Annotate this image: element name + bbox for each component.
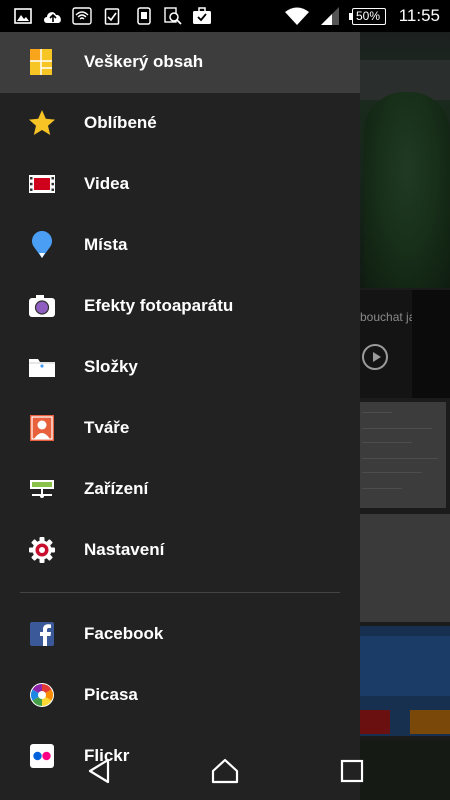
settings-gear-icon bbox=[29, 537, 55, 563]
drawer-item-settings[interactable]: Nastavení bbox=[0, 520, 360, 581]
face-portrait-icon bbox=[30, 415, 54, 441]
signal-icon bbox=[321, 7, 339, 25]
drawer-item-label: Videa bbox=[84, 174, 130, 193]
all-content-icon bbox=[30, 49, 52, 75]
drawer-item-facebook[interactable]: Facebook bbox=[0, 604, 360, 665]
battery-percentage: 50% bbox=[356, 9, 381, 23]
background-grey-thumbnail[interactable] bbox=[360, 514, 450, 622]
drawer-item-picasa[interactable]: Picasa bbox=[0, 665, 360, 726]
facebook-icon bbox=[30, 622, 54, 646]
devices-icon bbox=[30, 480, 54, 498]
drawer-item-folders[interactable]: Složky bbox=[0, 337, 360, 398]
film-icon bbox=[29, 175, 55, 193]
wifi-badge-icon bbox=[72, 7, 92, 25]
briefcase-check-icon bbox=[193, 7, 211, 24]
clipboard-check-icon bbox=[104, 8, 120, 25]
drawer-item-label: Oblíbené bbox=[84, 113, 157, 132]
navigation-bar bbox=[0, 740, 450, 800]
drawer-item-label: Veškerý obsah bbox=[84, 52, 204, 71]
clock: 11:55 bbox=[398, 6, 440, 25]
drawer-item-favorites[interactable]: Oblíbené bbox=[0, 93, 360, 154]
drawer-item-label: Místa bbox=[84, 235, 128, 254]
recent-apps-button[interactable] bbox=[338, 758, 366, 784]
play-icon bbox=[362, 344, 388, 370]
drawer-item-label: Facebook bbox=[84, 624, 164, 643]
drawer-item-label: Složky bbox=[84, 357, 138, 376]
drawer-item-places[interactable]: Místa bbox=[0, 215, 360, 276]
background-photo-thumbnail[interactable] bbox=[360, 30, 450, 288]
background-screenshot-thumbnail[interactable] bbox=[360, 626, 450, 736]
folder-icon bbox=[29, 359, 55, 377]
drawer-item-label: Picasa bbox=[84, 685, 138, 704]
drawer-item-label: Zařízení bbox=[84, 479, 149, 498]
drawer-item-all-content[interactable]: Veškerý obsah bbox=[0, 32, 360, 93]
search-doc-icon bbox=[164, 7, 182, 25]
drawer-item-videos[interactable]: Videa bbox=[0, 154, 360, 215]
picasa-icon bbox=[30, 683, 54, 707]
drawer-item-label: Tváře bbox=[84, 418, 130, 437]
navigation-drawer: Veškerý obsah Oblíbené Videa Místa Efekt… bbox=[0, 32, 360, 800]
phone-sync-icon bbox=[137, 7, 151, 25]
star-icon bbox=[29, 110, 55, 135]
drawer-item-label: Nastavení bbox=[84, 540, 165, 559]
status-bar: 50% 11:55 bbox=[0, 0, 450, 32]
wifi-icon bbox=[285, 7, 309, 25]
background-video-thumbnail[interactable]: bouchat jako další bbox=[360, 290, 450, 398]
drawer-item-label: Efekty fotoaparátu bbox=[84, 296, 234, 315]
camera-icon bbox=[29, 295, 55, 317]
drawer-item-camera-effects[interactable]: Efekty fotoaparátu bbox=[0, 276, 360, 337]
drawer-divider bbox=[20, 592, 340, 593]
battery-icon: 50% bbox=[352, 8, 386, 25]
image-icon bbox=[14, 8, 32, 24]
background-document-thumbnail[interactable] bbox=[360, 402, 446, 508]
home-button[interactable] bbox=[211, 758, 239, 784]
cloud-upload-icon bbox=[44, 12, 61, 23]
back-button[interactable] bbox=[86, 758, 114, 784]
drawer-item-devices[interactable]: Zařízení bbox=[0, 459, 360, 520]
drawer-item-faces[interactable]: Tváře bbox=[0, 398, 360, 459]
map-pin-icon bbox=[32, 231, 52, 258]
